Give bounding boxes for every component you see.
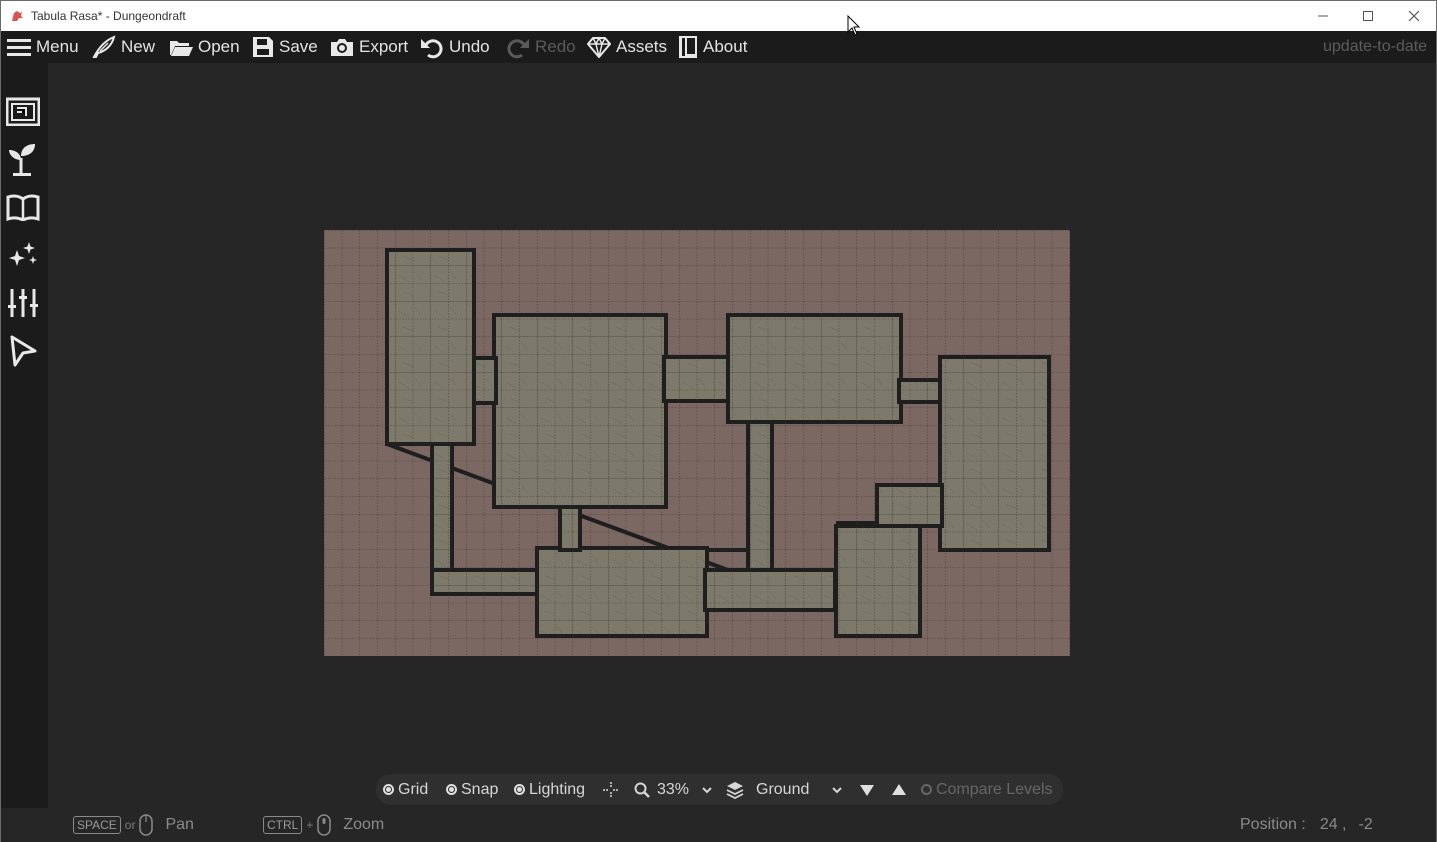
camera-icon — [331, 39, 353, 56]
snap-toggle[interactable]: Snap — [446, 774, 498, 805]
map-settings-icon — [6, 97, 40, 126]
minimize-icon — [1318, 15, 1328, 17]
open-label: Open — [198, 37, 240, 56]
assets-button[interactable]: Assets — [587, 31, 667, 63]
about-label: About — [703, 37, 748, 56]
undo-button[interactable]: Undo — [420, 31, 490, 63]
maximize-icon — [1363, 11, 1373, 21]
pan-hint: SPACE or Pan — [73, 808, 194, 842]
layers-icon — [726, 781, 744, 799]
grid-radio-icon — [383, 784, 394, 795]
title-bar: Tabula Rasa* - Dungeondraft — [0, 0, 1437, 31]
menu-label: Menu — [36, 37, 79, 56]
compare-levels-toggle[interactable]: Compare Levels — [921, 774, 1053, 805]
snap-radio-icon — [446, 784, 457, 795]
zoom-hint: CTRL + Zoom — [263, 808, 384, 842]
floppy-disk-icon — [253, 37, 273, 57]
assets-label: Assets — [616, 37, 668, 56]
dungeondraft-app-icon — [12, 11, 23, 21]
undo-icon — [421, 39, 443, 59]
redo-icon — [507, 39, 529, 59]
or-text: or — [124, 818, 136, 832]
adjustments-tool[interactable] — [6, 286, 40, 320]
zoom-select[interactable]: 33% — [634, 774, 713, 805]
grid-toggle[interactable]: Grid — [383, 774, 428, 805]
maximize-button[interactable] — [1345, 1, 1391, 31]
open-button[interactable]: Open — [169, 31, 240, 63]
dungeon-map[interactable] — [324, 230, 1070, 656]
position-x: 24 , — [1319, 816, 1347, 833]
level-value: Ground — [756, 780, 810, 798]
triangle-down-icon — [860, 784, 874, 796]
grid-overlay — [324, 230, 1070, 656]
grid-label: Grid — [398, 780, 429, 798]
select-tool[interactable] — [6, 334, 40, 368]
effects-tool[interactable] — [6, 238, 40, 272]
magnifier-icon — [634, 782, 650, 798]
lighting-label: Lighting — [529, 780, 586, 798]
menu-button[interactable]: Menu — [7, 31, 79, 63]
snap-label: Snap — [461, 780, 499, 798]
about-button[interactable]: About — [678, 31, 747, 63]
mouse-pointer-icon — [847, 15, 861, 36]
new-button[interactable]: New — [92, 31, 155, 63]
new-label: New — [121, 37, 156, 56]
tool-sidebar — [1, 63, 48, 842]
save-button[interactable]: Save — [252, 31, 318, 63]
center-view-button[interactable] — [603, 774, 619, 805]
plus-text: + — [306, 818, 314, 832]
chevron-down-icon — [702, 786, 712, 793]
book-icon — [679, 36, 697, 58]
ctrl-key: CTRL — [263, 816, 303, 834]
pan-label: Pan — [165, 816, 194, 833]
triangle-up-icon — [892, 783, 906, 795]
zoom-value: 33% — [657, 780, 690, 798]
lighting-toggle[interactable]: Lighting — [514, 774, 585, 805]
crosshair-icon — [603, 781, 619, 798]
position-readout: Position : 24 , -2 — [1240, 808, 1373, 842]
close-icon — [1408, 10, 1420, 22]
position-y: -2 — [1358, 816, 1373, 833]
sliders-icon — [8, 289, 38, 317]
status-bar: SPACE or Pan CTRL + Zoom Position : 24 ,… — [1, 808, 1436, 842]
view-toolbar: Grid Snap Lighting 33% Ground Compare Le… — [376, 774, 1063, 805]
window-title: Tabula Rasa* - Dungeondraft — [31, 9, 186, 23]
save-label: Save — [279, 37, 318, 56]
redo-button[interactable]: Redo — [506, 31, 576, 63]
redo-label: Redo — [535, 37, 576, 56]
compare-radio-icon — [921, 784, 932, 795]
menu-bar: Menu New Open Save Export Undo Redo Asse… — [1, 31, 1436, 63]
position-label: Position : — [1240, 816, 1306, 833]
lighting-radio-icon — [514, 784, 525, 795]
folder-open-icon — [170, 41, 193, 56]
level-select[interactable]: Ground — [726, 774, 843, 805]
mouse-icon — [139, 814, 154, 836]
sparkles-icon — [9, 242, 37, 266]
notes-tool[interactable] — [6, 190, 40, 224]
export-button[interactable]: Export — [330, 31, 408, 63]
gem-icon — [587, 36, 611, 58]
level-up-button[interactable] — [891, 774, 907, 805]
close-button[interactable] — [1391, 1, 1437, 31]
space-key: SPACE — [73, 816, 121, 834]
plant-icon — [9, 144, 35, 176]
hamburger-icon — [7, 39, 31, 56]
map-settings-tool[interactable] — [6, 94, 40, 128]
undo-label: Undo — [449, 37, 490, 56]
open-book-icon — [6, 194, 40, 221]
level-down-button[interactable] — [859, 774, 875, 805]
mouse-scroll-icon — [317, 814, 332, 836]
export-label: Export — [359, 37, 409, 56]
nature-tool[interactable] — [6, 142, 40, 176]
compare-label: Compare Levels — [936, 780, 1053, 798]
quill-icon — [92, 35, 116, 58]
chevron-down-icon — [832, 786, 843, 793]
cursor-arrow-icon — [10, 335, 37, 367]
zoom-label: Zoom — [343, 816, 385, 833]
update-status: update-to-date — [1323, 38, 1428, 55]
minimize-button[interactable] — [1300, 1, 1346, 31]
